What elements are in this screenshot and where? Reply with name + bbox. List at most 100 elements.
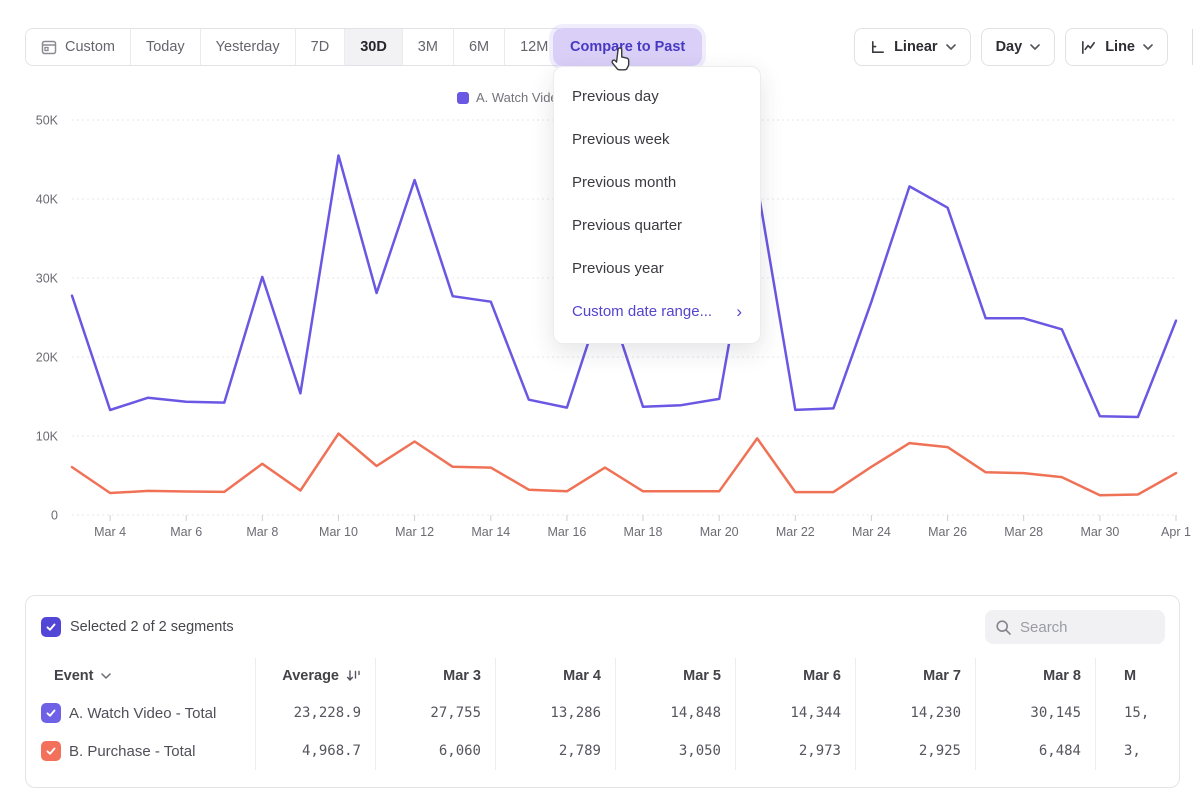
average-column-header[interactable]: Average <box>256 658 376 694</box>
cell-value: 6,060 <box>439 743 481 759</box>
x-axis-label: Mar 22 <box>776 525 815 539</box>
calendar-icon <box>41 39 57 55</box>
chart-type-selector-label: Line <box>1105 39 1135 55</box>
analytics-report-page: Custom Today Yesterday 7D 30D 3M 6M 12M Compare… <box>0 0 1200 802</box>
table-row: B. Purchase - Total 4,968.7 6,060 2,789 3,0… <box>26 732 1180 770</box>
cell-value: 2,973 <box>799 743 841 759</box>
event-column-header[interactable]: Event <box>26 658 256 694</box>
x-axis-label: Mar 14 <box>471 525 510 539</box>
x-axis-label: Mar 20 <box>700 525 739 539</box>
sort-desc-icon <box>346 669 361 683</box>
preset-label: 6M <box>469 39 489 55</box>
menu-item-previous-year[interactable]: Previous year <box>554 247 760 290</box>
chevron-down-icon <box>1143 44 1153 51</box>
clipped-cell-value: 15, <box>1124 705 1149 721</box>
select-all-checkbox[interactable] <box>41 617 61 637</box>
segment-label: B. Purchase - Total <box>69 743 195 760</box>
cell-value: 14,848 <box>670 705 721 721</box>
table-row: A. Watch Video - Total 23,228.927,75513,… <box>26 694 1180 732</box>
scale-selector-label: Linear <box>894 39 938 55</box>
preset-label: Today <box>146 39 185 55</box>
check-icon <box>45 707 57 719</box>
menu-item-previous-week[interactable]: Previous week <box>554 118 760 161</box>
search-icon <box>995 619 1012 636</box>
cell-value: 14,344 <box>790 705 841 721</box>
check-icon <box>45 621 57 633</box>
menu-item-previous-month[interactable]: Previous month <box>554 161 760 204</box>
chart-type-selector-button[interactable]: Line <box>1065 28 1168 66</box>
x-axis-label: Mar 10 <box>319 525 358 539</box>
segment-checkbox[interactable] <box>41 703 61 723</box>
scale-selector-button[interactable]: Linear <box>854 28 971 66</box>
segments-table: Event AverageMar 3Mar 4Mar 5Mar 6Mar 7Ma… <box>26 658 1180 770</box>
chevron-down-icon <box>1030 44 1040 51</box>
preset-3m[interactable]: 3M <box>403 29 454 65</box>
y-axis-label: 50K <box>36 114 59 128</box>
preset-label: 7D <box>311 39 330 55</box>
cell-value: 27,755 <box>430 705 481 721</box>
check-icon <box>45 745 57 757</box>
chevron-down-icon <box>946 44 956 51</box>
preset-label: 30D <box>360 39 387 55</box>
compare-to-past-button[interactable]: Compare to Past <box>553 28 702 66</box>
preset-label: 3M <box>418 39 438 55</box>
segments-summary: Selected 2 of 2 segments <box>41 617 234 637</box>
segment-checkbox[interactable] <box>41 741 61 761</box>
preset-label: 12M <box>520 39 548 55</box>
interval-selector-button[interactable]: Day <box>981 28 1056 66</box>
x-axis-label: Mar 24 <box>852 525 891 539</box>
x-axis-label: Mar 4 <box>94 525 126 539</box>
preset-today[interactable]: Today <box>131 29 201 65</box>
cell-value: 13,286 <box>550 705 601 721</box>
preset-yesterday[interactable]: Yesterday <box>201 29 296 65</box>
preset-30d[interactable]: 30D <box>345 29 403 65</box>
search-input[interactable] <box>1020 619 1150 636</box>
date-column-header[interactable]: Mar 4 <box>496 658 616 694</box>
x-axis-label: Mar 28 <box>1004 525 1043 539</box>
preset-7d[interactable]: 7D <box>296 29 346 65</box>
cell-value: 2,789 <box>559 743 601 759</box>
x-axis-label: Mar 16 <box>547 525 586 539</box>
y-axis-label: 40K <box>36 193 59 207</box>
x-axis-label: Mar 8 <box>246 525 278 539</box>
chart-options-group: Linear Day Line <box>854 28 1168 66</box>
y-axis-label: 30K <box>36 272 59 286</box>
cell-value: 14,230 <box>910 705 961 721</box>
x-axis-label: Apr 1 <box>1161 525 1191 539</box>
series-line[interactable] <box>72 434 1176 496</box>
date-column-header[interactable]: Mar 3 <box>376 658 496 694</box>
y-axis-label: 10K <box>36 430 59 444</box>
x-axis-label: Mar 30 <box>1080 525 1119 539</box>
chevron-down-icon <box>101 673 111 680</box>
menu-item-custom-date-range[interactable]: Custom date range... › <box>554 290 760 333</box>
clipped-column-header: M <box>1096 658 1180 694</box>
preset-6m[interactable]: 6M <box>454 29 505 65</box>
menu-item-previous-quarter[interactable]: Previous quarter <box>554 204 760 247</box>
clipped-panel-edge <box>1192 29 1193 65</box>
segments-search <box>985 610 1165 644</box>
average-value: 23,228.9 <box>294 705 361 721</box>
preset-custom[interactable]: Custom <box>26 29 131 65</box>
segments-summary-label: Selected 2 of 2 segments <box>70 619 234 635</box>
menu-item-previous-day[interactable]: Previous day <box>554 75 760 118</box>
segments-card-header: Selected 2 of 2 segments <box>26 596 1179 658</box>
line-chart-icon <box>1080 39 1097 56</box>
menu-item-label: Custom date range... <box>572 303 712 320</box>
clipped-cell-value: 3, <box>1124 743 1141 759</box>
y-axis-label: 0 <box>51 509 58 523</box>
date-column-header[interactable]: Mar 5 <box>616 658 736 694</box>
date-column-header[interactable]: Mar 7 <box>856 658 976 694</box>
x-axis-label: Mar 6 <box>170 525 202 539</box>
compare-to-past-menu: Previous dayPrevious weekPrevious monthP… <box>553 66 761 344</box>
cell-value: 6,484 <box>1039 743 1081 759</box>
linear-axis-icon <box>869 39 886 56</box>
cell-value: 3,050 <box>679 743 721 759</box>
table-header-row: Event AverageMar 3Mar 4Mar 5Mar 6Mar 7Ma… <box>26 658 1180 694</box>
date-column-header[interactable]: Mar 6 <box>736 658 856 694</box>
x-axis-label: Mar 12 <box>395 525 434 539</box>
preset-label: Custom <box>65 39 115 55</box>
average-value: 4,968.7 <box>302 743 361 759</box>
chevron-right-icon: › <box>736 303 742 320</box>
preset-label: Yesterday <box>216 39 280 55</box>
date-column-header[interactable]: Mar 8 <box>976 658 1096 694</box>
